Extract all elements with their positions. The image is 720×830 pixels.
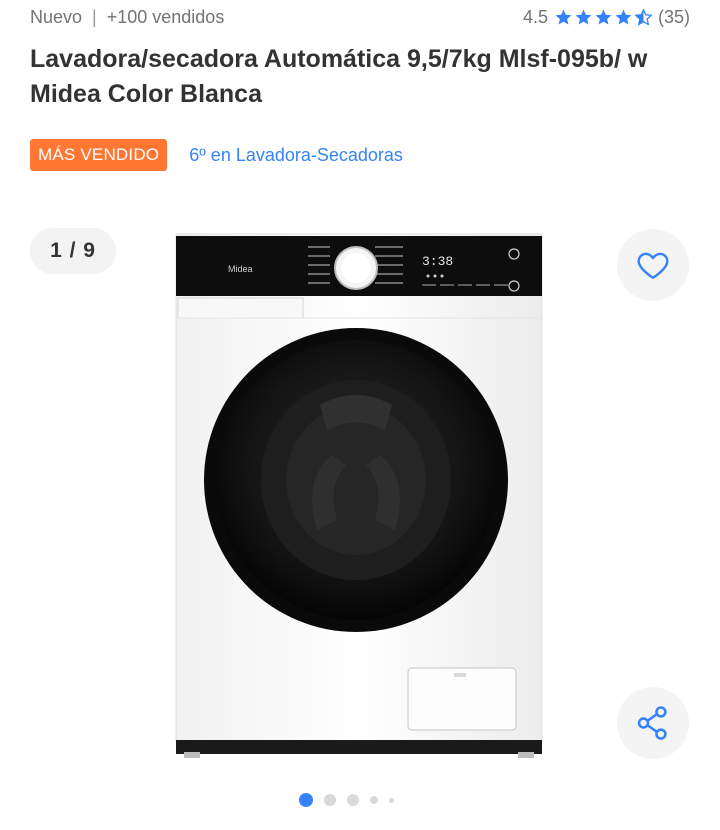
star-icon xyxy=(595,9,612,25)
best-seller-badge: MÁS VENDIDO xyxy=(30,139,168,171)
product-status: Nuevo | +100 vendidos xyxy=(30,7,224,28)
brand-logo: Midea xyxy=(228,264,253,274)
panel-display-time: 3:38 xyxy=(422,254,453,269)
carousel-dot[interactable] xyxy=(347,794,359,806)
carousel-pagination[interactable] xyxy=(299,793,405,807)
carousel-dot-active[interactable] xyxy=(299,793,313,807)
carousel-dot[interactable] xyxy=(324,794,336,806)
review-count: (35) xyxy=(657,6,690,27)
image-counter: 1 / 9 xyxy=(30,228,116,274)
product-header-meta: Nuevo | +100 vendidos 4.5 (35) xyxy=(30,4,690,30)
favorite-button[interactable] xyxy=(617,229,689,301)
rating-summary[interactable]: 4.5 (35) xyxy=(523,7,690,28)
carousel-dot[interactable] xyxy=(370,796,378,804)
badge-row: MÁS VENDIDO 6º en Lavadora-Secadoras xyxy=(30,139,403,171)
share-icon xyxy=(637,706,667,740)
product-image[interactable]: Midea 3:38 xyxy=(170,230,550,760)
carousel-dot[interactable] xyxy=(389,797,394,803)
condition-label: Nuevo xyxy=(30,6,83,27)
star-half-icon xyxy=(634,8,653,25)
rating-stars xyxy=(554,8,654,27)
star-icon xyxy=(555,9,572,25)
star-icon xyxy=(575,9,592,25)
star-icon xyxy=(615,9,632,25)
heart-icon xyxy=(637,252,669,279)
share-button[interactable] xyxy=(617,687,689,759)
meta-separator: | xyxy=(92,6,97,27)
rating-value: 4.5 xyxy=(522,6,548,27)
sold-count: +100 vendidos xyxy=(106,6,225,27)
product-title: Lavadora/secadora Automática 9,5/7kg Mls… xyxy=(30,45,648,108)
category-rank-link[interactable]: 6º en Lavadora-Secadoras xyxy=(189,145,403,166)
